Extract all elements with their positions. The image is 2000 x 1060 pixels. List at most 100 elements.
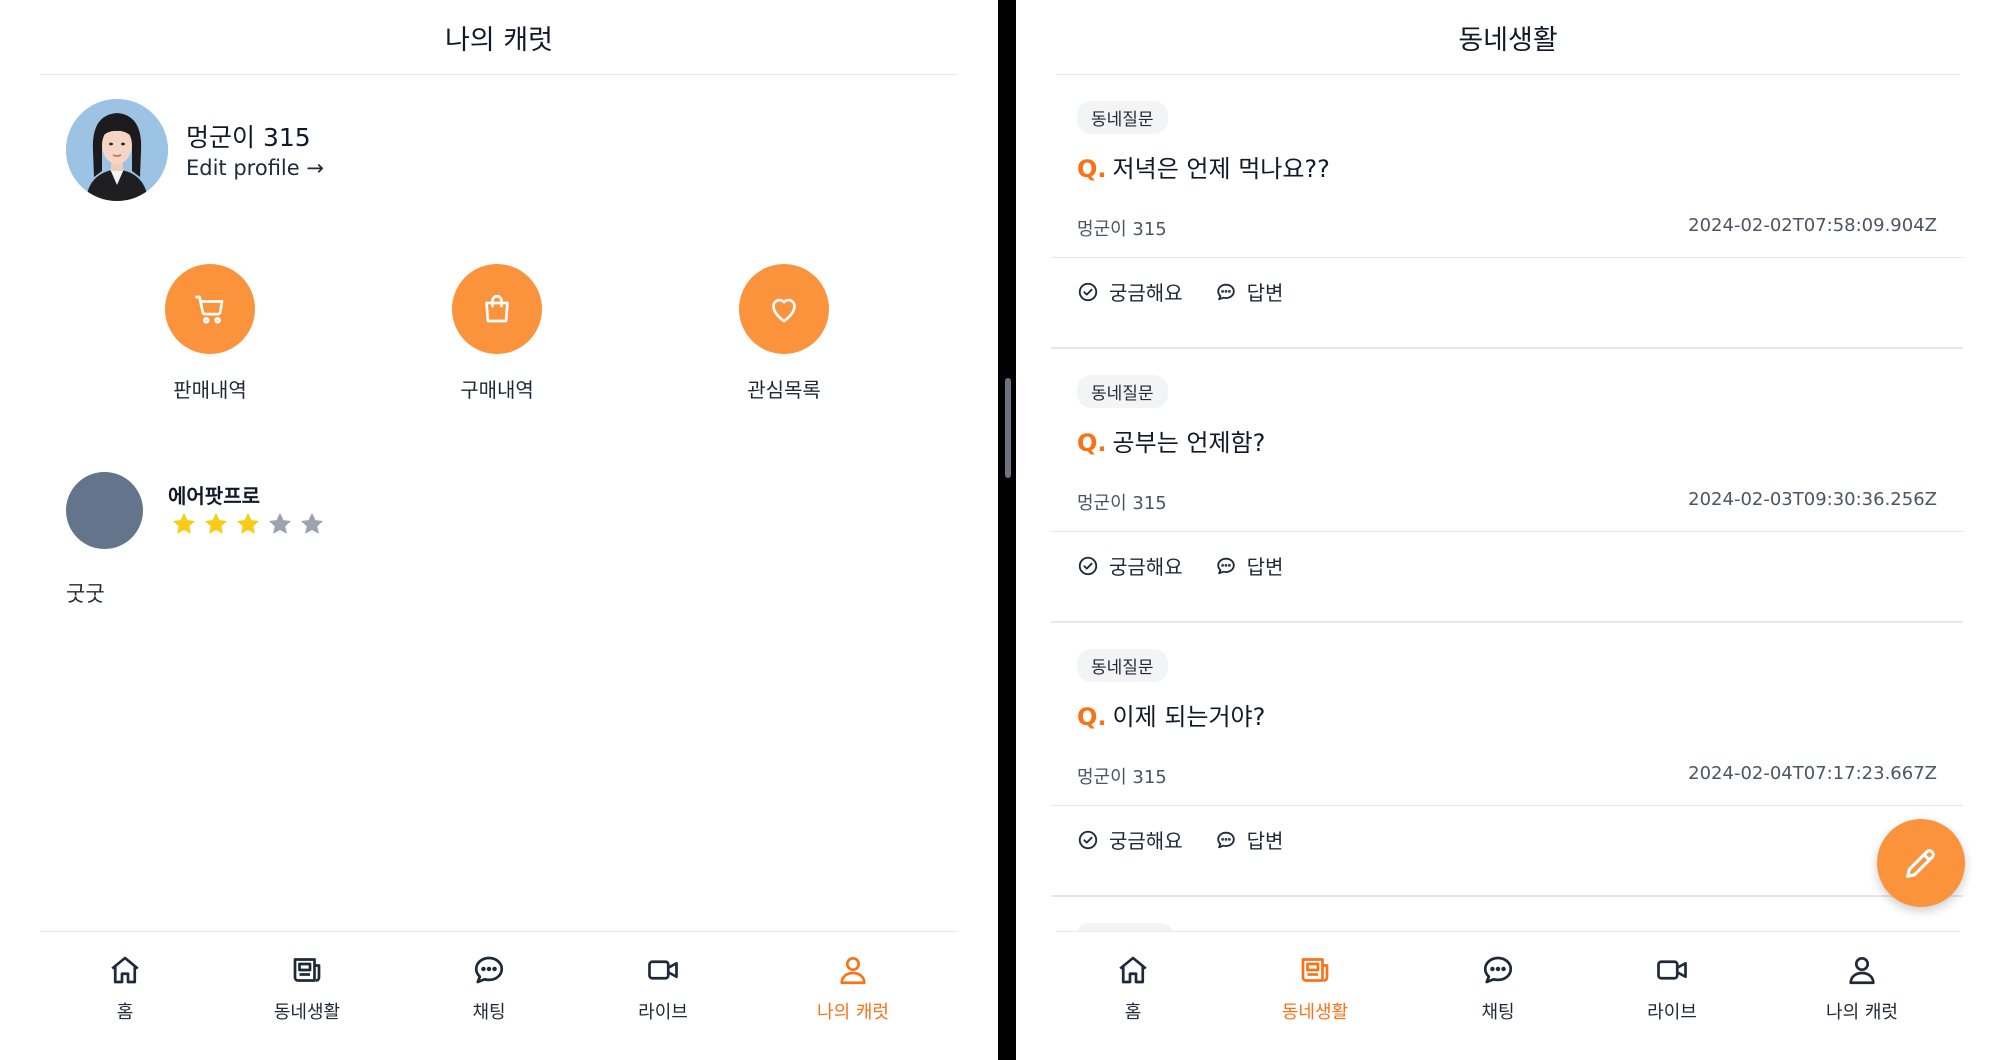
bottom-nav: 홈 동네생활 채팅 라이브 나의 캐럿 (40, 931, 958, 1060)
purchase-history-label: 구매내역 (460, 378, 534, 402)
shopping-bag-icon (485, 294, 509, 323)
nav-my-carrot-label: 나의 캐럿 (817, 1002, 889, 1023)
question-title: Q. 이제 되는거야? (1077, 697, 1265, 732)
nav-home[interactable]: 홈 (65, 952, 185, 1024)
home-icon (1119, 956, 1147, 984)
question-text: 이제 되는거야? (1112, 703, 1266, 731)
category-tag-peek (1077, 923, 1173, 931)
nav-chat[interactable]: 채팅 (429, 952, 549, 1024)
nav-neighborhood[interactable]: 동네생활 (1255, 952, 1375, 1024)
question-text: 저녁은 언제 먹나요?? (1112, 155, 1330, 183)
video-icon (648, 960, 678, 980)
question-text: 공부는 언제함? (1112, 429, 1266, 457)
nav-chat-label: 채팅 (472, 1002, 506, 1023)
home-icon (111, 956, 139, 984)
star-filled-icon (204, 512, 228, 534)
post-date: 2024-02-02T07:58:09.904Z (1688, 215, 1937, 236)
nav-neighborhood[interactable]: 동네생활 (247, 952, 367, 1024)
reviewer-name: 에어팟프로 (168, 484, 260, 508)
question-title: Q. 공부는 언제함? (1077, 423, 1265, 458)
profile-avatar[interactable] (66, 99, 168, 201)
pencil-icon (1906, 849, 1935, 878)
review-text: 굿굿 (66, 582, 105, 606)
q-prefix: Q. (1077, 155, 1107, 183)
wishlist-label: 관심목록 (747, 378, 821, 402)
check-circle-icon (1078, 556, 1098, 575)
check-circle-icon (1078, 282, 1098, 301)
user-icon (840, 956, 866, 985)
nav-live[interactable]: 라이브 (603, 952, 723, 1024)
star-empty-icon (268, 512, 292, 534)
edit-profile-link[interactable]: Edit profile → (186, 156, 324, 180)
post-divider (1051, 257, 1963, 258)
answer-button[interactable]: 답변 (1215, 825, 1284, 854)
question-title: Q. 저녁은 언제 먹나요?? (1077, 149, 1330, 184)
q-prefix: Q. (1077, 703, 1107, 731)
comment-icon (1216, 283, 1235, 300)
category-tag: 동네질문 (1077, 649, 1168, 682)
question-post[interactable]: 동네질문 Q. 공부는 언제함? 멍군이 315 2024-02-03T09:30… (1051, 349, 1963, 623)
newspaper-icon (1301, 958, 1329, 982)
nav-my-carrot-label: 나의 캐럿 (1826, 1002, 1898, 1023)
comment-icon (1216, 557, 1235, 574)
rating-stars (170, 510, 326, 538)
post-author: 멍군이 315 (1077, 219, 1167, 240)
answer-label: 답변 (1246, 829, 1284, 853)
post-author: 멍군이 315 (1077, 767, 1167, 788)
nav-home-label: 홈 (1124, 1002, 1142, 1023)
post-date: 2024-02-04T07:17:23.667Z (1688, 763, 1937, 784)
newspaper-icon (293, 958, 321, 982)
curious-button[interactable]: 궁금해요 (1077, 277, 1183, 306)
curious-label: 궁금해요 (1109, 281, 1183, 305)
answer-label: 답변 (1246, 281, 1284, 305)
answer-button[interactable]: 답변 (1215, 277, 1284, 306)
nav-chat-label: 채팅 (1481, 1002, 1515, 1023)
reviewer-avatar (66, 472, 143, 549)
category-tag: 동네질문 (1077, 375, 1168, 408)
nav-neighborhood-label: 동네생활 (1281, 1002, 1349, 1023)
split-view-handle[interactable] (1005, 378, 1011, 478)
question-feed[interactable]: 동네질문 Q. 저녁은 언제 먹나요?? 멍군이 315 2024-02-02T0… (1051, 75, 1963, 931)
my-carrot-pane: 나의 캐럿 멍군이 315 Edit profile → 판매내역 구매내역 관… (0, 0, 998, 1060)
chat-icon (1483, 956, 1513, 984)
curious-label: 궁금해요 (1109, 555, 1183, 579)
post-date: 2024-02-03T09:30:36.256Z (1688, 489, 1937, 510)
category-tag: 동네질문 (1077, 101, 1168, 134)
curious-button[interactable]: 궁금해요 (1077, 825, 1183, 854)
answer-label: 답변 (1246, 555, 1284, 579)
nav-chat[interactable]: 채팅 (1438, 952, 1558, 1024)
nav-live-label: 라이브 (1647, 1002, 1697, 1023)
curious-label: 궁금해요 (1109, 829, 1183, 853)
question-post[interactable]: 동네질문 Q. 저녁은 언제 먹나요?? 멍군이 315 2024-02-02T0… (1051, 75, 1963, 349)
star-filled-icon (172, 512, 196, 534)
post-author: 멍군이 315 (1077, 493, 1167, 514)
sales-history-button[interactable]: 판매내역 (120, 264, 300, 403)
question-post[interactable]: 동네질문 Q. 이제 되는거야? 멍군이 315 2024-02-04T07:17… (1051, 623, 1963, 897)
answer-button[interactable]: 답변 (1215, 551, 1284, 580)
bottom-nav: 홈 동네생활 채팅 라이브 나의 캐럿 (1056, 931, 1960, 1060)
post-divider (1051, 805, 1963, 806)
nav-neighborhood-label: 동네생활 (273, 1002, 341, 1023)
page-title: 동네생활 (1056, 0, 1960, 75)
nav-live[interactable]: 라이브 (1612, 952, 1732, 1024)
post-divider (1051, 531, 1963, 532)
curious-button[interactable]: 궁금해요 (1077, 551, 1183, 580)
video-icon (1657, 960, 1687, 980)
star-filled-icon (236, 512, 260, 534)
user-icon (1849, 956, 1875, 985)
nav-live-label: 라이브 (638, 1002, 688, 1023)
cart-icon (195, 295, 224, 324)
write-post-button[interactable] (1877, 819, 1965, 907)
comment-icon (1216, 831, 1235, 848)
page-title: 나의 캐럿 (40, 0, 958, 75)
purchase-history-button[interactable]: 구매내역 (407, 264, 587, 403)
nav-home[interactable]: 홈 (1073, 952, 1193, 1024)
heart-icon (772, 298, 796, 323)
chat-icon (474, 956, 504, 984)
nav-home-label: 홈 (116, 1002, 134, 1023)
profile-name: 멍군이 315 (186, 123, 311, 152)
nav-my-carrot[interactable]: 나의 캐럿 (1802, 952, 1922, 1024)
q-prefix: Q. (1077, 429, 1107, 457)
nav-my-carrot[interactable]: 나의 캐럿 (793, 952, 913, 1024)
wishlist-button[interactable]: 관심목록 (694, 264, 874, 403)
